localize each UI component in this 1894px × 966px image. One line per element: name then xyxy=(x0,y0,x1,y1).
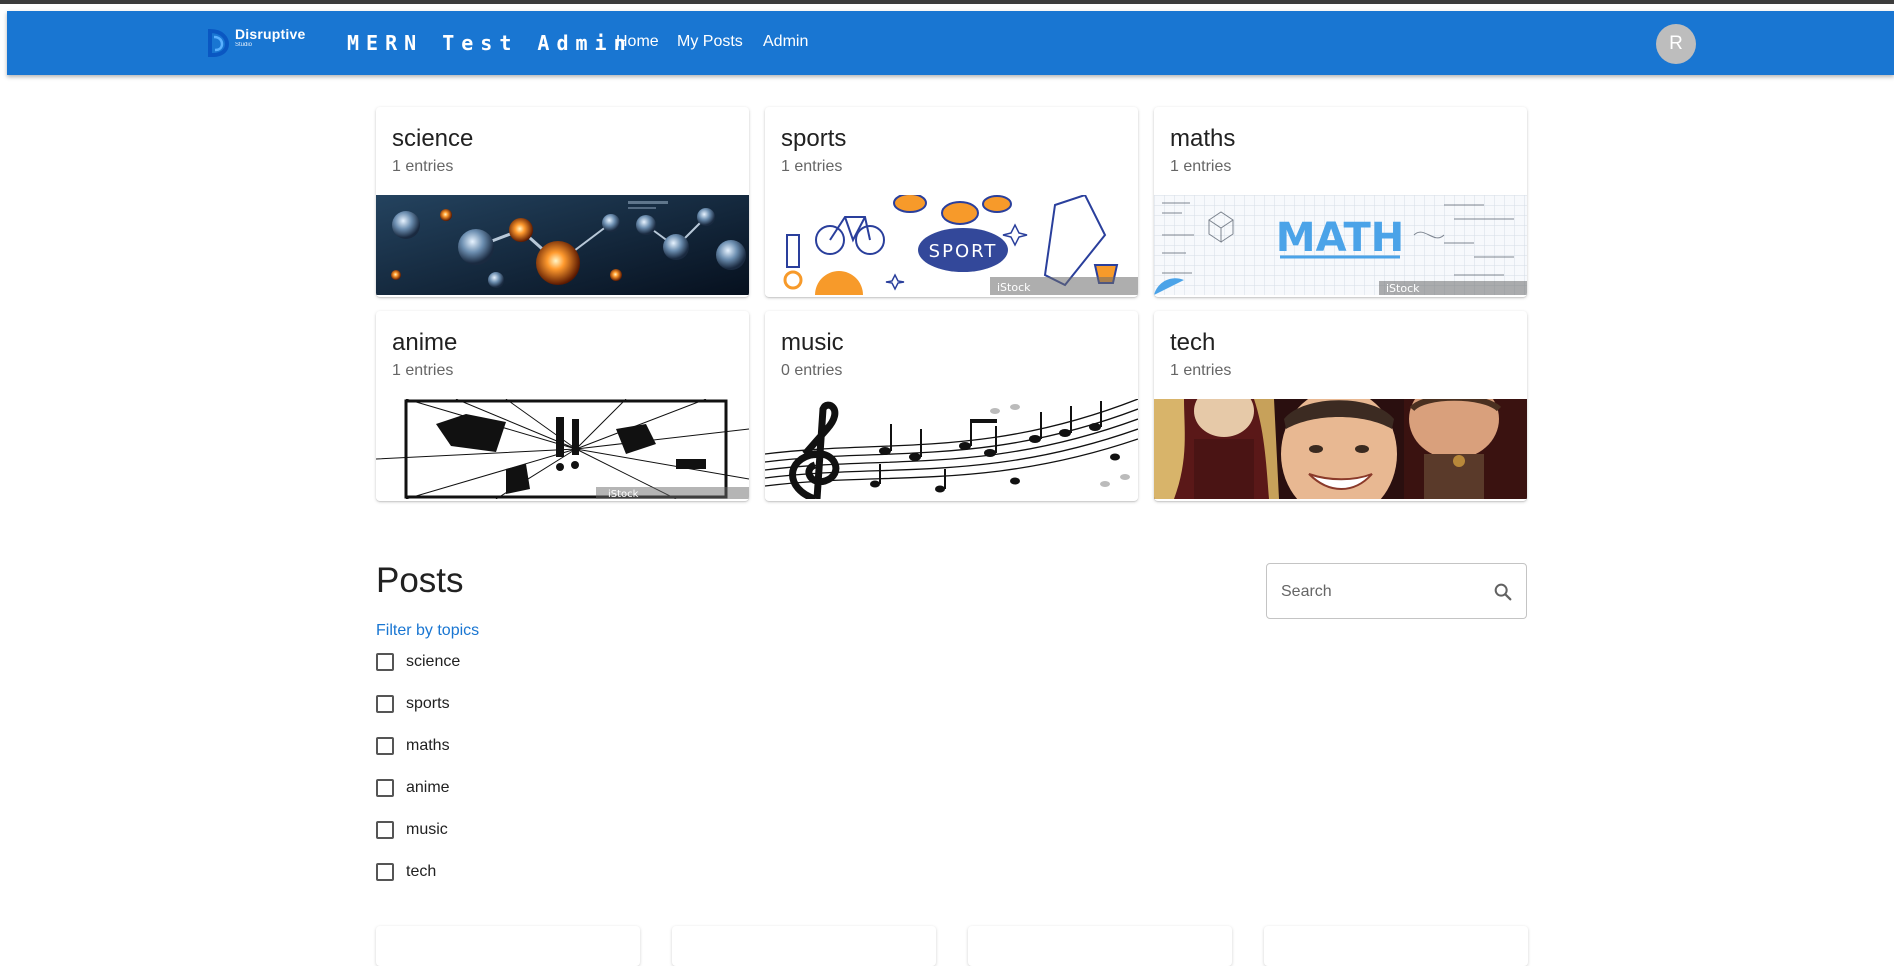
filter-checkbox-maths[interactable]: maths xyxy=(376,737,450,755)
app-title: MERN Test Admin xyxy=(347,31,633,55)
group-photo-image xyxy=(1154,399,1527,499)
filter-checkbox-label: science xyxy=(406,653,461,670)
topic-card-anime[interactable]: anime 1 entries iStock xyxy=(376,311,749,501)
math-image-text: MATH xyxy=(1276,215,1404,261)
topic-entries-count: 1 entries xyxy=(781,158,843,175)
topic-entries-count: 1 entries xyxy=(1170,158,1232,175)
checkbox-icon[interactable] xyxy=(376,653,394,671)
topic-entries-count: 1 entries xyxy=(392,158,454,175)
filter-checkbox-science[interactable]: science xyxy=(376,653,460,671)
filter-checkbox-label: tech xyxy=(406,863,437,880)
music-notes-image xyxy=(765,399,1138,499)
filter-checkbox-sports[interactable]: sports xyxy=(376,695,450,713)
logo-mark-icon xyxy=(208,28,230,57)
topic-title: science xyxy=(392,125,474,152)
checkbox-icon[interactable] xyxy=(376,821,394,839)
svg-text:SPORT: SPORT xyxy=(929,241,998,262)
checkbox-icon[interactable] xyxy=(376,737,394,755)
molecules-image xyxy=(376,195,749,295)
math-board-image: MATH iStock xyxy=(1154,195,1527,295)
window-top-border xyxy=(0,0,1894,4)
istock-watermark: iStock xyxy=(1386,282,1420,295)
checkbox-icon[interactable] xyxy=(376,863,394,881)
topic-entries-count: 1 entries xyxy=(392,362,454,379)
logo-text: Disruptive xyxy=(235,26,306,42)
topic-entries-count: 0 entries xyxy=(781,362,843,379)
post-card[interactable] xyxy=(376,926,640,966)
nav-home-link[interactable]: Home xyxy=(616,33,659,51)
filter-checkbox-label: anime xyxy=(406,779,450,796)
topic-title: music xyxy=(781,329,844,356)
search-field[interactable] xyxy=(1266,563,1527,619)
topic-card-science[interactable]: science 1 entries xyxy=(376,107,749,297)
filter-checkbox-label: sports xyxy=(406,695,450,712)
post-card[interactable] xyxy=(1264,926,1528,966)
app-bar: Disruptive Studio MERN Test Admin Home M… xyxy=(7,11,1894,75)
sport-doodle-image: SPORT iStock xyxy=(765,195,1138,295)
nav-admin-link[interactable]: Admin xyxy=(763,33,808,51)
checkbox-icon[interactable] xyxy=(376,779,394,797)
istock-watermark: iStock xyxy=(997,281,1031,294)
filter-by-topics-label: Filter by topics xyxy=(376,622,480,639)
topic-card-sports[interactable]: sports 1 entries SPORT iStock xyxy=(765,107,1138,297)
checkbox-icon[interactable] xyxy=(376,695,394,713)
topic-card-tech[interactable]: tech 1 entries xyxy=(1154,311,1527,501)
topic-title: maths xyxy=(1170,125,1236,152)
post-card[interactable] xyxy=(672,926,936,966)
nav-my-posts-link[interactable]: My Posts xyxy=(677,33,743,51)
filter-checkbox-music[interactable]: music xyxy=(376,821,448,839)
filter-checkbox-label: maths xyxy=(406,737,450,754)
search-icon[interactable] xyxy=(1492,581,1514,603)
manga-panel-image: iStock xyxy=(376,399,749,499)
post-card[interactable] xyxy=(968,926,1232,966)
posts-heading: Posts xyxy=(376,561,464,600)
user-avatar[interactable]: R xyxy=(1656,24,1696,64)
topic-card-maths[interactable]: maths 1 entries MATH iStock xyxy=(1154,107,1527,297)
topic-title: anime xyxy=(392,329,458,356)
topic-entries-count: 1 entries xyxy=(1170,362,1232,379)
topic-title: sports xyxy=(781,125,847,152)
filter-checkbox-anime[interactable]: anime xyxy=(376,779,450,797)
filter-checkbox-tech[interactable]: tech xyxy=(376,863,436,881)
brand-logo[interactable]: Disruptive Studio xyxy=(205,27,305,59)
logo-subtext: Studio xyxy=(235,42,253,48)
topic-card-music[interactable]: music 0 entries xyxy=(765,311,1138,501)
topic-title: tech xyxy=(1170,329,1216,356)
search-input[interactable] xyxy=(1279,576,1483,608)
filter-checkbox-label: music xyxy=(406,821,448,838)
istock-watermark: iStock xyxy=(608,489,639,499)
